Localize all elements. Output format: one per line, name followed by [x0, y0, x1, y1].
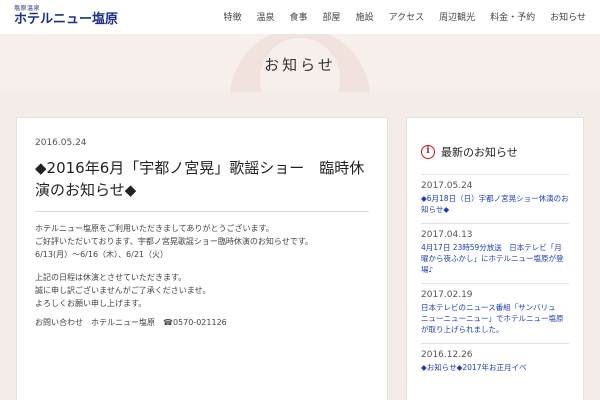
news-item: 2017.05.24 ◆6月18日（日）宇都ノ宮晃ショー休演のお知らせ◆	[421, 174, 569, 223]
site-header: 塩原温泉 ホテルニュー塩原 特徴 温泉 食事 部屋 施設 アクセス 周辺観光 料…	[0, 0, 600, 34]
news-date: 2016.12.26	[421, 350, 473, 360]
article-date: 2016.05.24	[35, 138, 87, 148]
info-icon: i	[421, 145, 435, 159]
logo-subtitle: 塩原温泉	[14, 5, 41, 12]
nav-item-features[interactable]: 特徴	[224, 10, 242, 23]
page-banner: お知らせ	[0, 34, 600, 92]
news-link[interactable]: 4月17日 23時59分放送 日本テレビ「月曜から夜ふかし」にホテルニュー塩原が…	[421, 242, 569, 275]
news-item: 2017.04.13 4月17日 23時59分放送 日本テレビ「月曜から夜ふかし…	[421, 223, 569, 283]
logo-title: ホテルニュー塩原	[14, 12, 119, 27]
nav-item-access[interactable]: アクセス	[389, 10, 425, 23]
latest-news-sidebar: i 最新のお知らせ 2017.05.24 ◆6月18日（日）宇都ノ宮晃ショー休演…	[406, 117, 584, 400]
nav-item-meals[interactable]: 食事	[290, 10, 308, 23]
news-date: 2017.02.19	[421, 290, 473, 300]
article-paragraph: ホテルニュー塩原をご利用いただきましてありがとうございます。	[35, 224, 274, 233]
news-date: 2017.04.13	[421, 230, 473, 240]
article-paragraph: よろしくお願い申し上げます。	[35, 299, 147, 308]
article-paragraph: 誠に申し訳ございませんがご了承くださいませ。	[35, 286, 211, 295]
article-paragraph: ご好評いただいております、宇都ノ宮晃歌謡ショー臨時休演のお知らせです。	[35, 237, 313, 246]
article-paragraph: 上記の日程は休演とさせていただきます。	[35, 273, 187, 282]
nav-item-rates[interactable]: 料金・予約	[490, 10, 535, 23]
article-paragraph: 6/13(月）～6/16（木）、6/21（火）	[35, 250, 169, 259]
sidebar-header: i 最新のお知らせ	[421, 144, 569, 160]
news-link[interactable]: 日本テレビのニュース番組「サンバリュ ニューニューニュー」でホテルニュー塩原が取…	[421, 302, 569, 335]
divider	[35, 211, 369, 212]
main-nav: 特徴 温泉 食事 部屋 施設 アクセス 周辺観光 料金・予約 お知らせ	[209, 10, 587, 23]
news-link[interactable]: ◆お知らせ◆2017年お正月イベ	[421, 362, 569, 373]
nav-item-sightseeing[interactable]: 周辺観光	[439, 10, 475, 23]
site-logo[interactable]: 塩原温泉 ホテルニュー塩原	[14, 5, 118, 27]
article-title: ◆2016年6月「宇都ノ宮晃」歌謡ショー 臨時休演のお知らせ◆	[35, 159, 365, 199]
nav-item-facilities[interactable]: 施設	[356, 10, 374, 23]
sidebar-title: 最新のお知らせ	[441, 146, 518, 159]
news-item: 2017.02.19 日本テレビのニュース番組「サンバリュ ニューニューニュー」…	[421, 283, 569, 343]
news-item: 2016.12.26 ◆お知らせ◆2017年お正月イベ	[421, 343, 569, 381]
nav-item-onsen[interactable]: 温泉	[257, 10, 275, 23]
article-body: ホテルニュー塩原をご利用いただきましてありがとうございます。 ご好評いただいてお…	[35, 222, 369, 329]
news-link[interactable]: ◆6月18日（日）宇都ノ宮晃ショー休演のお知らせ◆	[421, 193, 569, 215]
nav-item-news[interactable]: お知らせ	[550, 10, 586, 23]
page-title: お知らせ	[264, 56, 336, 74]
article-contact: お問い合わせ ホテルニュー塩原 ☎0570-021126	[35, 318, 227, 327]
article-card: 2016.05.24 ◆2016年6月「宇都ノ宮晃」歌謡ショー 臨時休演のお知ら…	[16, 117, 388, 400]
news-date: 2017.05.24	[421, 181, 473, 191]
nav-item-rooms[interactable]: 部屋	[323, 10, 341, 23]
